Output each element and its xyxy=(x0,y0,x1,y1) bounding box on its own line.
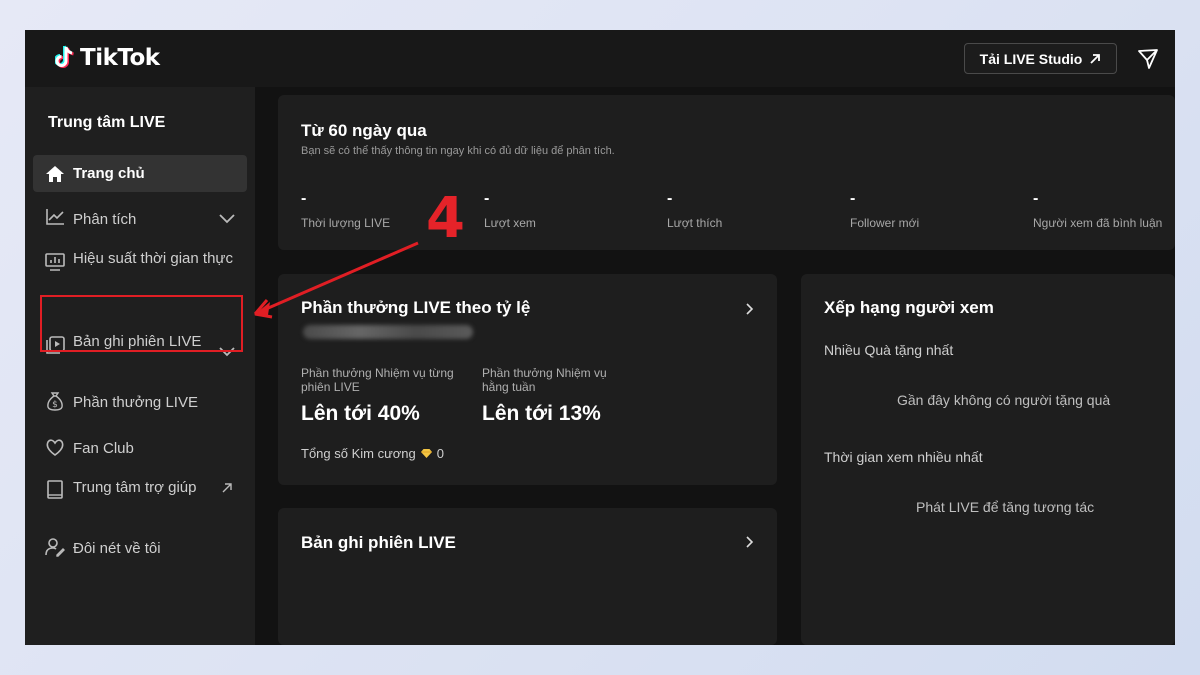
step-number: 4 xyxy=(426,186,465,251)
annotation-arrow xyxy=(253,241,419,319)
